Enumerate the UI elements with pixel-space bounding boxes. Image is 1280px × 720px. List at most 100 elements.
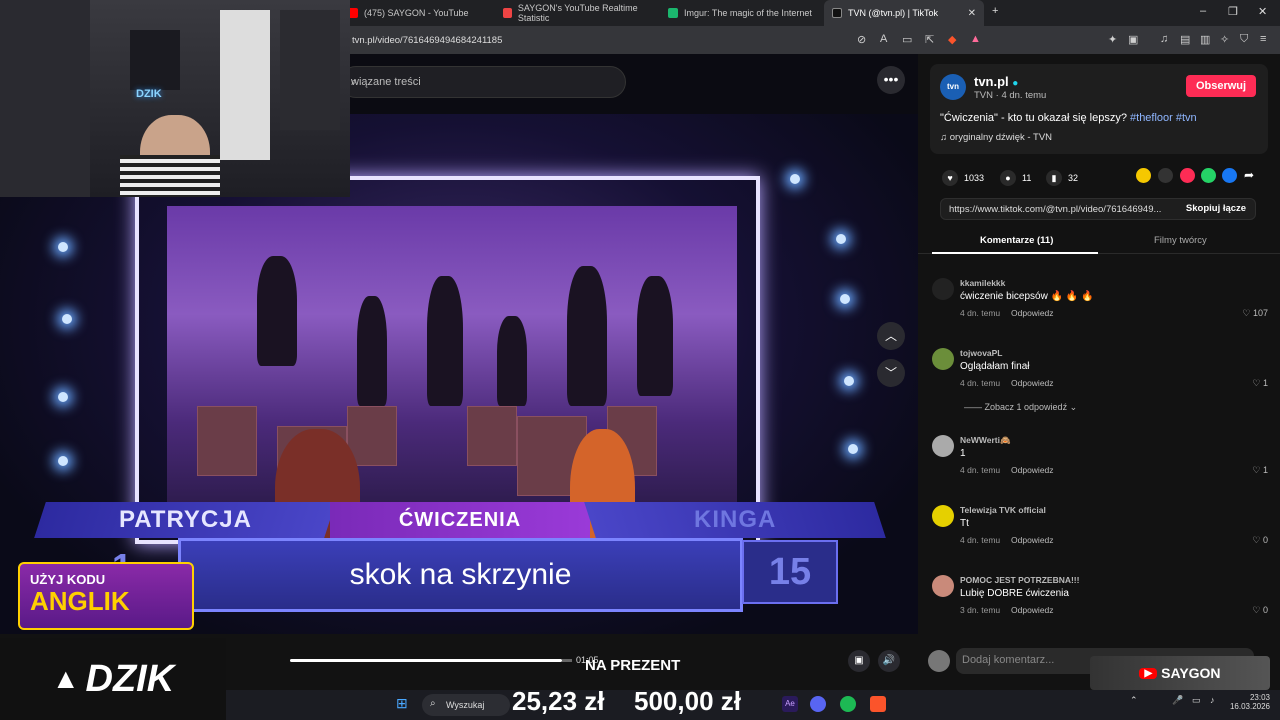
whatsapp-icon[interactable] (1201, 168, 1216, 183)
comment-like[interactable]: ♡ 107 (1242, 308, 1268, 319)
avatar[interactable] (932, 505, 954, 527)
streamer-shirt (120, 155, 220, 197)
embed-icon[interactable] (1158, 168, 1173, 183)
saves-stat[interactable]: ▮ 32 (1046, 170, 1078, 186)
minimize-button[interactable]: – (1200, 5, 1206, 17)
volume-button[interactable]: 🔊 (878, 650, 900, 672)
tab-label: (475) SAYGON - YouTube (364, 8, 469, 18)
reply-button[interactable]: Odpowiedz (1011, 378, 1054, 388)
facebook-icon[interactable] (1222, 168, 1237, 183)
comment-time: 3 dn. temu (960, 605, 1001, 615)
screenshot-icon[interactable]: ▣ (1128, 33, 1138, 46)
send-icon[interactable] (1180, 168, 1195, 183)
translate-icon[interactable]: A (880, 33, 887, 45)
reply-button[interactable]: Odpowiedz (1011, 308, 1054, 318)
comment-text: Oglądałam finał (960, 361, 1030, 372)
discord-icon[interactable] (810, 696, 826, 712)
bookshelf (220, 10, 270, 160)
search-icon[interactable]: ⌕ (351, 76, 615, 89)
category-bar: ĆWICZENIA (330, 502, 590, 538)
copy-link-button[interactable]: Skopiuj łącze (1176, 198, 1256, 220)
comment-user[interactable]: kkamilekkk (960, 278, 1005, 288)
athlete (637, 276, 673, 396)
acoustic-panel (130, 30, 180, 90)
comment-icon: ● (1000, 170, 1016, 186)
author-meta: TVN · 4 dn. temu (974, 90, 1047, 101)
speaker (280, 10, 340, 130)
comment-user[interactable]: Telewizja TVK official (960, 505, 1046, 515)
close-window-button[interactable]: ✕ (1258, 5, 1267, 18)
previous-video-button[interactable]: ︿ (877, 322, 905, 350)
brave-shield-icon[interactable]: ◆ (948, 33, 956, 46)
sound-label[interactable]: ♫ oryginalny dźwięk - TVN (940, 132, 1052, 143)
tab-comments[interactable]: Komentarze (11) (980, 235, 1053, 246)
author-name[interactable]: tvn.pl ● (974, 74, 1018, 89)
speaker-icon[interactable]: ♪ (1210, 695, 1215, 705)
score-right: 15 (742, 540, 838, 604)
stage-light (62, 314, 72, 324)
more-options-button[interactable]: ••• (877, 66, 905, 94)
view-replies-button[interactable]: —— Zobacz 1 odpowiedź ⌄ (964, 402, 1077, 413)
reply-button[interactable]: Odpowiedz (1011, 535, 1054, 545)
extensions-icon[interactable]: ✦ (1108, 33, 1117, 46)
reply-button[interactable]: Odpowiedz (1011, 605, 1054, 615)
avatar[interactable] (932, 278, 954, 300)
reply-button[interactable]: Odpowiedz (1011, 465, 1054, 475)
tab-tiktok[interactable]: TVN (@tvn.pl) | TikTok ✕ (824, 0, 984, 26)
progress-bar[interactable] (290, 659, 562, 662)
comment-like[interactable]: ♡ 0 (1252, 535, 1268, 546)
user-avatar[interactable] (928, 650, 950, 672)
url-text[interactable]: tvn.pl/video/7616469494684241185 (352, 35, 502, 46)
music-icon[interactable]: ♫ (1160, 33, 1168, 45)
tab-creator-videos[interactable]: Filmy twórcy (1154, 235, 1207, 246)
after-effects-icon[interactable]: Ae (782, 696, 798, 712)
author-avatar[interactable]: tvn (940, 74, 966, 100)
vpn-icon[interactable]: ⛉ (1240, 33, 1248, 46)
comment-user[interactable]: NeWWerti🙈 (960, 435, 1011, 446)
hashtags[interactable]: #thefloor #tvn (1130, 112, 1197, 124)
windows-start-icon[interactable]: ⊞ (396, 695, 408, 712)
new-tab-button[interactable]: + (992, 5, 998, 17)
tray-chevron-icon[interactable]: ⌃ (1130, 695, 1138, 706)
comment-user[interactable]: POMOC JEST POTRZEBNA!!! (960, 575, 1079, 585)
rewards-icon[interactable]: ▲ (970, 33, 981, 45)
tiktok-icon (832, 8, 842, 18)
player-left-bar: PATRYCJA (34, 502, 336, 538)
channel-logo-text: SAYGON (1161, 665, 1221, 681)
comment-user[interactable]: tojwovaPL (960, 348, 1003, 358)
share-icon[interactable]: ⇱ (925, 33, 934, 46)
share-arrow-icon[interactable]: ➦ (1244, 168, 1254, 182)
leo-icon[interactable]: ✧ (1220, 33, 1229, 46)
pip-button[interactable]: ▣ (848, 650, 870, 672)
avatar[interactable] (932, 575, 954, 597)
brave-icon[interactable] (870, 696, 886, 712)
tab-youtube[interactable]: (475) SAYGON - YouTube (340, 0, 490, 26)
monitor-icon[interactable]: ▭ (1192, 695, 1201, 706)
wallet-icon[interactable]: ▥ (1200, 33, 1210, 46)
emoji-share-icon[interactable] (1136, 168, 1151, 183)
search-input[interactable]: wiązane treści ⌕ (340, 66, 626, 98)
avatar[interactable] (932, 348, 954, 370)
microphone-icon[interactable]: 🎤 (1172, 695, 1183, 706)
comment-like[interactable]: ♡ 1 (1252, 378, 1268, 389)
next-video-button[interactable]: ﹀ (877, 359, 905, 387)
close-tab-icon[interactable]: ✕ (968, 8, 976, 19)
clock[interactable]: 23:03 16.03.2026 (1228, 693, 1270, 711)
plyo-box (197, 406, 257, 476)
likes-stat[interactable]: ♥ 1033 (942, 170, 984, 186)
comment-like[interactable]: ♡ 1 (1252, 465, 1268, 476)
tab-imgur[interactable]: Imgur: The magic of the Internet (660, 0, 820, 26)
taskbar-search[interactable]: ⌕ Wyszukaj (422, 694, 510, 716)
comments-stat[interactable]: ● 11 (1000, 170, 1031, 186)
tab-statistics[interactable]: SAYGON's YouTube Realtime Statistic (495, 0, 655, 26)
menu-icon[interactable]: ≡ (1260, 33, 1266, 45)
restore-button[interactable]: ❐ (1228, 5, 1238, 18)
spotify-icon[interactable] (840, 696, 856, 712)
comment-like[interactable]: ♡ 0 (1252, 605, 1268, 616)
avatar[interactable] (932, 435, 954, 457)
follow-button[interactable]: Obserwuj (1186, 75, 1256, 97)
comment-text: ćwiczenie bicepsów 🔥 🔥 🔥 (960, 291, 1094, 302)
sidebar-icon[interactable]: ▤ (1180, 33, 1190, 46)
cast-icon[interactable]: ▭ (902, 33, 912, 46)
no-tracking-icon[interactable]: ⊘ (857, 33, 866, 46)
